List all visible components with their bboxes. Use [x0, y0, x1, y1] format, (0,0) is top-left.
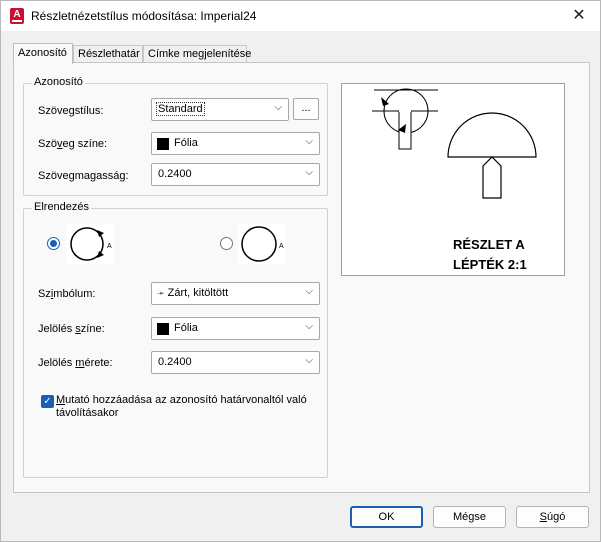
layout-option-2-image[interactable]: A	[238, 224, 286, 264]
tab-identifier[interactable]: Azonosító	[13, 43, 73, 64]
layout-option-2-radio[interactable]	[220, 237, 233, 250]
layout-group-title: Elrendezés	[32, 201, 92, 213]
layout-option-1-radio[interactable]	[47, 237, 60, 250]
option-2-letter: A	[279, 243, 284, 250]
color-swatch	[157, 138, 169, 150]
chevron-down-icon: ⌵	[305, 321, 313, 332]
chevron-down-icon: ⌵	[305, 355, 313, 366]
text-height-label: Szövegmagasság:	[38, 170, 129, 182]
preview-title-line2: LÉPTÉK 2:1	[453, 257, 527, 272]
cancel-button[interactable]: Mégse	[433, 506, 506, 528]
preview-title-line1: RÉSZLET A	[453, 237, 525, 252]
identifier-group-title: Azonosító	[32, 76, 85, 88]
mark-color-value: Fólia	[174, 322, 198, 334]
mark-size-label: Jelölés mérete:	[38, 357, 113, 369]
add-leader-checkbox[interactable]: ✓	[41, 395, 54, 408]
add-leader-label[interactable]: Mutató hozzáadása az azonosító határvona…	[56, 394, 307, 420]
option-1-letter: A	[107, 243, 112, 250]
color-swatch	[157, 323, 169, 335]
close-icon[interactable]: ✕	[566, 5, 592, 27]
text-style-value: Standard	[156, 102, 205, 116]
mark-color-label: Jelölés színe:	[38, 323, 105, 335]
arrow-circle-icon: A	[70, 227, 112, 261]
text-color-select[interactable]: Fólia ⌵	[151, 132, 320, 155]
checkmark-icon: ✓	[43, 396, 52, 407]
text-color-label: Szöveg színe:	[38, 138, 108, 150]
tab-detail-boundary[interactable]: Részlethatár	[73, 45, 143, 63]
title-bar[interactable]: A Részletnézetstílus módosítása: Imperia…	[1, 1, 600, 31]
mark-size-value: 0.2400	[158, 356, 192, 368]
text-height-value: 0.2400	[158, 168, 192, 180]
plain-circle-icon: A	[241, 226, 284, 262]
detail-preview-drawing: RÉSZLET A LÉPTÉK 2:1	[372, 88, 537, 272]
text-style-label: Szövegstílus:	[38, 105, 104, 117]
chevron-down-icon: ⌵	[305, 136, 313, 147]
text-style-select[interactable]: Standard ⌵	[151, 98, 289, 121]
chevron-down-icon: ⌵	[274, 102, 282, 113]
window-title: Részletnézetstílus módosítása: Imperial2…	[31, 9, 257, 23]
arrow-right-icon: ➛	[157, 288, 165, 298]
ok-button[interactable]: OK	[350, 506, 423, 528]
symbol-select[interactable]: ➛ Zárt, kitöltött ⌵	[151, 282, 320, 305]
preview-pane: RÉSZLET A LÉPTÉK 2:1	[341, 83, 565, 276]
autocad-icon: A	[10, 8, 24, 24]
text-style-browse-button[interactable]: ...	[293, 98, 319, 120]
text-height-select[interactable]: 0.2400 ⌵	[151, 163, 320, 186]
tab-label-display[interactable]: Címke megjelenítése	[143, 45, 251, 63]
layout-option-1-image[interactable]: A	[66, 224, 114, 264]
help-button[interactable]: Súgó	[516, 506, 589, 528]
chevron-down-icon: ⌵	[305, 286, 313, 297]
dialog-window: A Részletnézetstílus módosítása: Imperia…	[0, 0, 601, 542]
text-color-value: Fólia	[174, 137, 198, 149]
identifier-group: Azonosító Szövegstílus: Standard ⌵ ... S…	[23, 76, 328, 196]
layout-group: Elrendezés A A Szimbólum: ➛ Zárt, kitölt…	[23, 201, 328, 478]
symbol-value: ➛ Zárt, kitöltött	[157, 287, 229, 299]
mark-size-select[interactable]: 0.2400 ⌵	[151, 351, 320, 374]
chevron-down-icon: ⌵	[305, 167, 313, 178]
symbol-label: Szimbólum:	[38, 288, 96, 300]
mark-color-select[interactable]: Fólia ⌵	[151, 317, 320, 340]
